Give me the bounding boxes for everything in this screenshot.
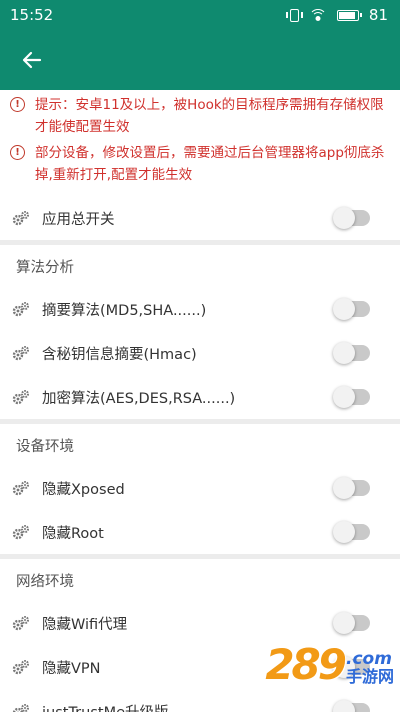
setting-row[interactable]: 摘要算法(MD5,SHA......) <box>0 287 400 331</box>
setting-row[interactable]: 隐藏VPN <box>0 645 400 689</box>
setting-row[interactable]: 隐藏Xposed <box>0 466 400 510</box>
gears-icon <box>12 616 29 631</box>
warning-list: ! 提示：安卓11及以上，被Hook的目标程序需拥有存储权限才能使配置生效 ! … <box>0 90 400 196</box>
warning-item: ! 提示：安卓11及以上，被Hook的目标程序需拥有存储权限才能使配置生效 <box>10 94 388 138</box>
toggle-switch[interactable] <box>333 386 370 408</box>
gears-icon <box>12 346 29 361</box>
battery-level: 81 <box>368 6 388 24</box>
setting-label: 隐藏Wifi代理 <box>42 616 128 633</box>
status-bar: 15:52 81 <box>0 0 400 30</box>
gears-icon <box>12 390 29 405</box>
toggle-switch[interactable] <box>333 521 370 543</box>
gears-icon <box>12 302 29 317</box>
exclamation-circle-icon: ! <box>10 97 25 112</box>
setting-label: 隐藏Xposed <box>42 481 125 498</box>
setting-label: 摘要算法(MD5,SHA......) <box>42 302 207 319</box>
gears-icon <box>12 660 29 675</box>
section-title: 网络环境 <box>16 573 74 590</box>
toggle-switch[interactable] <box>333 207 370 229</box>
setting-row-master[interactable]: 应用总开关 <box>0 196 400 240</box>
toggle-switch[interactable] <box>333 700 370 712</box>
toggle-switch[interactable] <box>333 477 370 499</box>
gears-icon <box>12 704 29 712</box>
gears-icon <box>12 211 29 226</box>
section-title: 设备环境 <box>16 438 74 455</box>
warning-text: 提示：安卓11及以上，被Hook的目标程序需拥有存储权限才能使配置生效 <box>35 97 384 135</box>
toggle-switch[interactable] <box>333 656 370 678</box>
setting-label: 隐藏VPN <box>42 660 101 677</box>
status-icons: 81 <box>285 6 388 24</box>
setting-label: 加密算法(AES,DES,RSA......) <box>42 390 236 407</box>
setting-label: justTrustMe升级版 <box>42 701 336 712</box>
battery-icon <box>336 9 362 21</box>
setting-row[interactable]: 隐藏Root <box>0 510 400 554</box>
app-bar <box>0 30 400 90</box>
wifi-icon <box>308 8 327 22</box>
section-title: 算法分析 <box>16 259 74 276</box>
vibrate-icon <box>285 8 303 22</box>
exclamation-circle-icon: ! <box>10 145 25 160</box>
arrow-left-icon <box>22 51 42 69</box>
gears-icon <box>12 481 29 496</box>
setting-label: 应用总开关 <box>42 211 115 228</box>
setting-row[interactable]: 含秘钥信息摘要(Hmac) <box>0 331 400 375</box>
toggle-switch[interactable] <box>333 612 370 634</box>
warning-text: 部分设备，修改设置后，需要通过后台管理器将app彻底杀掉,重新打开,配置才能生效 <box>35 145 385 183</box>
toggle-switch[interactable] <box>333 342 370 364</box>
setting-row[interactable]: 隐藏Wifi代理 <box>0 601 400 645</box>
setting-row[interactable]: 加密算法(AES,DES,RSA......) <box>0 375 400 419</box>
setting-label: 隐藏Root <box>42 525 104 542</box>
status-time: 15:52 <box>10 6 54 24</box>
setting-row[interactable]: justTrustMe升级版 <box>0 689 400 712</box>
warning-item: ! 部分设备，修改设置后，需要通过后台管理器将app彻底杀掉,重新打开,配置才能… <box>10 142 388 186</box>
gears-icon <box>12 525 29 540</box>
back-button[interactable] <box>14 42 50 78</box>
toggle-switch[interactable] <box>333 298 370 320</box>
setting-label: 含秘钥信息摘要(Hmac) <box>42 346 197 363</box>
